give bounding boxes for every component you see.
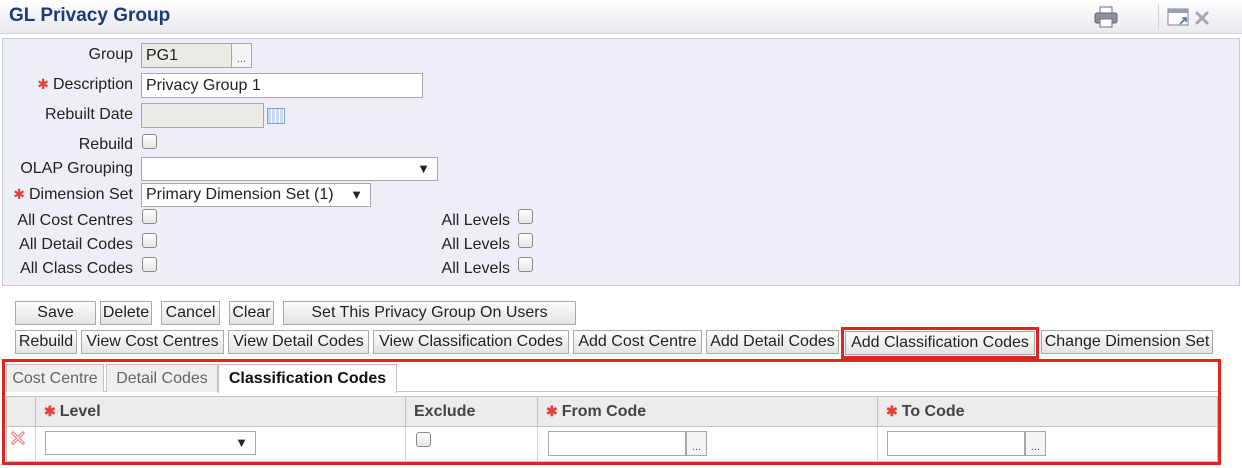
grid-header-level: ✱ Level [36, 397, 406, 427]
tab-detail-codes[interactable]: Detail Codes [106, 364, 218, 392]
olap-grouping-select[interactable]: ▼ [141, 157, 438, 181]
all-levels-detail-codes-checkbox[interactable] [518, 233, 533, 248]
cancel-button[interactable]: Cancel [161, 301, 220, 325]
add-cost-centre-button[interactable]: Add Cost Centre [573, 330, 702, 354]
all-levels-label: All Levels [441, 260, 510, 277]
grid-header-exclude: Exclude [406, 397, 538, 427]
all-cost-centres-checkbox[interactable] [142, 209, 157, 224]
set-privacy-group-on-users-button[interactable]: Set This Privacy Group On Users [283, 301, 576, 325]
required-icon: ✱ [886, 403, 898, 419]
to-code-lookup-button[interactable]: ... [1025, 431, 1046, 456]
dropdown-arrow-icon: ▼ [350, 187, 363, 202]
dropdown-arrow-icon: ▼ [235, 435, 248, 450]
all-cost-centres-label: All Cost Centres [17, 212, 133, 229]
printer-icon[interactable] [1093, 6, 1119, 32]
all-levels-label: All Levels [441, 236, 510, 253]
view-classification-codes-button[interactable]: View Classification Codes [373, 330, 569, 354]
save-button[interactable]: Save [15, 301, 96, 325]
view-cost-centres-button[interactable]: View Cost Centres [81, 330, 224, 354]
required-icon: ✱ [37, 76, 49, 92]
all-detail-codes-checkbox[interactable] [142, 233, 157, 248]
tab-cost-centre[interactable]: Cost Centre [6, 364, 104, 392]
all-class-codes-checkbox[interactable] [142, 257, 157, 272]
to-code-input[interactable] [887, 431, 1025, 456]
window-popout-icon[interactable] [1167, 8, 1191, 33]
toolbar-separator [1158, 4, 1159, 30]
rebuilt-date-label: Rebuilt Date [44, 106, 133, 123]
all-class-codes-label: All Class Codes [20, 260, 133, 277]
close-icon[interactable] [1194, 10, 1210, 31]
add-classification-codes-button[interactable]: Add Classification Codes [841, 327, 1039, 359]
all-detail-codes-label: All Detail Codes [19, 236, 133, 253]
level-select[interactable]: ▼ [45, 431, 256, 455]
required-icon: ✱ [546, 403, 558, 419]
delete-button[interactable]: Delete [100, 301, 152, 325]
title-bar [0, 0, 1242, 34]
rebuild-checkbox[interactable] [142, 134, 157, 149]
add-detail-codes-button[interactable]: Add Detail Codes [706, 330, 839, 354]
description-field[interactable]: Privacy Group 1 [141, 73, 423, 98]
rebuild-label: Rebuild [78, 136, 133, 153]
dimension-set-label: ✱ Dimension Set [13, 186, 133, 203]
group-label: Group [88, 46, 133, 63]
all-levels-label: All Levels [441, 212, 510, 229]
dimension-set-select[interactable]: Primary Dimension Set (1) ▼ [141, 183, 371, 207]
group-field[interactable]: PG1 [141, 43, 232, 68]
delete-row-icon[interactable] [11, 431, 25, 450]
calendar-icon[interactable] [267, 108, 285, 124]
from-code-input[interactable] [548, 431, 686, 456]
grid-header-from-code: ✱ From Code [538, 397, 878, 427]
group-lookup-button[interactable]: ... [231, 43, 252, 68]
from-code-lookup-button[interactable]: ... [686, 431, 707, 456]
tab-classification-codes[interactable]: Classification Codes [218, 364, 397, 393]
grid-header-to-code: ✱ To Code [878, 397, 1217, 427]
view-detail-codes-button[interactable]: View Detail Codes [228, 330, 369, 354]
required-icon: ✱ [13, 186, 25, 202]
page-title: GL Privacy Group [9, 5, 171, 26]
exclude-checkbox[interactable] [416, 432, 431, 447]
all-levels-class-codes-checkbox[interactable] [518, 257, 533, 272]
clear-button[interactable]: Clear [229, 301, 274, 325]
all-levels-cost-centres-checkbox[interactable] [518, 209, 533, 224]
rebuild-button[interactable]: Rebuild [15, 330, 77, 354]
dropdown-arrow-icon: ▼ [417, 161, 430, 176]
change-dimension-set-button[interactable]: Change Dimension Set [1041, 330, 1213, 354]
olap-grouping-label: OLAP Grouping [20, 160, 133, 177]
grid-header-blank [7, 397, 36, 427]
rebuilt-date-field[interactable] [141, 103, 264, 128]
description-label: ✱ Description [37, 76, 133, 93]
required-icon: ✱ [44, 403, 56, 419]
